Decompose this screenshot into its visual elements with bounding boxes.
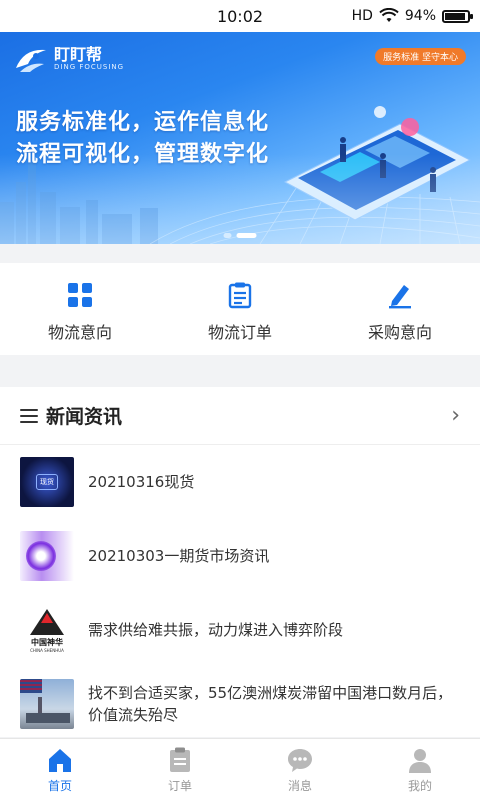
thumb-label: 现货 <box>36 474 58 490</box>
tab-label: 首页 <box>47 778 72 793</box>
app-logo: 盯盯帮 DING FOCUSING <box>14 44 124 74</box>
chevron-right-icon[interactable]: › <box>451 403 460 428</box>
svg-text:中国神华: 中国神华 <box>31 637 63 647</box>
tab-home[interactable]: 首页 <box>0 739 120 800</box>
battery-icon <box>442 9 473 23</box>
promo-banner[interactable]: 盯盯帮 DING FOCUSING 服务标准 坚守本心 服务标准化，运作信息化 … <box>0 32 480 244</box>
menu-icon <box>20 408 38 423</box>
tab-orders[interactable]: 订单 <box>120 739 240 800</box>
carousel-indicator <box>223 233 257 238</box>
banner-slogan-1: 服务标准化，运作信息化 <box>16 110 270 135</box>
tab-profile[interactable]: 我的 <box>360 739 480 800</box>
tab-label: 订单 <box>167 778 192 793</box>
status-indicators: HD 94% <box>351 0 473 32</box>
banner-pill: 服务标准 坚守本心 <box>375 48 466 65</box>
news-item-title: 20210303一期货市场资讯 <box>88 547 270 565</box>
quick-action-label: 物流订单 <box>207 323 272 342</box>
news-item[interactable]: 现货 20210316现货 <box>0 445 480 519</box>
message-icon <box>288 748 312 772</box>
logo-text: 盯盯帮 <box>54 45 103 64</box>
tab-messages[interactable]: 消息 <box>240 739 360 800</box>
network-label: HD <box>351 8 373 24</box>
news-item-title: 找不到合适买家，55亿澳洲煤炭滞留中国港口数月后，价值流失殆尽 <box>88 684 453 724</box>
battery-percent: 94% <box>404 8 436 24</box>
news-thumbnail <box>20 679 74 729</box>
pen-icon <box>389 285 411 309</box>
tab-label: 消息 <box>287 778 312 793</box>
news-thumbnail: 中国神华 CHINA SHENHUA <box>20 605 74 655</box>
grid-icon <box>68 283 92 307</box>
news-header[interactable]: 新闻资讯 › <box>0 387 480 445</box>
bottom-tab-bar: 首页 订单 消息 我的 <box>0 738 480 800</box>
news-thumbnail: 现货 <box>20 457 74 507</box>
svg-text:CHINA SHENHUA: CHINA SHENHUA <box>30 648 64 653</box>
quick-action-label: 物流意向 <box>47 323 112 342</box>
quick-action-label: 采购意向 <box>367 323 432 342</box>
carousel-dot[interactable] <box>223 233 232 238</box>
news-item[interactable]: 找不到合适买家，55亿澳洲煤炭滞留中国港口数月后，价值流失殆尽 <box>0 667 480 741</box>
logistics-intent-button[interactable]: 物流意向 <box>0 263 160 355</box>
logistics-order-button[interactable]: 物流订单 <box>160 263 320 355</box>
quick-actions: 物流意向 物流订单 采购意向 <box>0 263 480 355</box>
news-item-title: 需求供给难共振，动力煤进入博弈阶段 <box>88 621 344 639</box>
news-item[interactable]: 20210303一期货市场资讯 <box>0 519 480 593</box>
tab-label: 我的 <box>407 778 432 793</box>
news-item[interactable]: 中国神华 CHINA SHENHUA 需求供给难共振，动力煤进入博弈阶段 <box>0 593 480 667</box>
news-item-title: 20210316现货 <box>88 473 195 491</box>
news-section-title: 新闻资讯 <box>46 406 123 428</box>
wifi-icon <box>379 8 399 22</box>
logo-subtext: DING FOCUSING <box>54 63 125 71</box>
user-icon <box>409 748 431 773</box>
news-section: 新闻资讯 › 现货 20210316现货 20210303一期货市场资讯 中国神… <box>0 387 480 737</box>
banner-slogan-2: 流程可视化，管理数字化 <box>16 142 270 167</box>
logo-icon <box>16 49 46 72</box>
order-icon <box>170 747 190 772</box>
status-bar: 10:02 HD 94% <box>0 0 480 32</box>
purchase-intent-button[interactable]: 采购意向 <box>320 263 480 355</box>
clipboard-icon <box>228 282 252 309</box>
shenhua-logo: 中国神华 CHINA SHENHUA <box>30 609 64 653</box>
home-icon <box>49 748 71 772</box>
news-thumbnail <box>20 531 74 581</box>
carousel-dot-active[interactable] <box>236 233 257 238</box>
